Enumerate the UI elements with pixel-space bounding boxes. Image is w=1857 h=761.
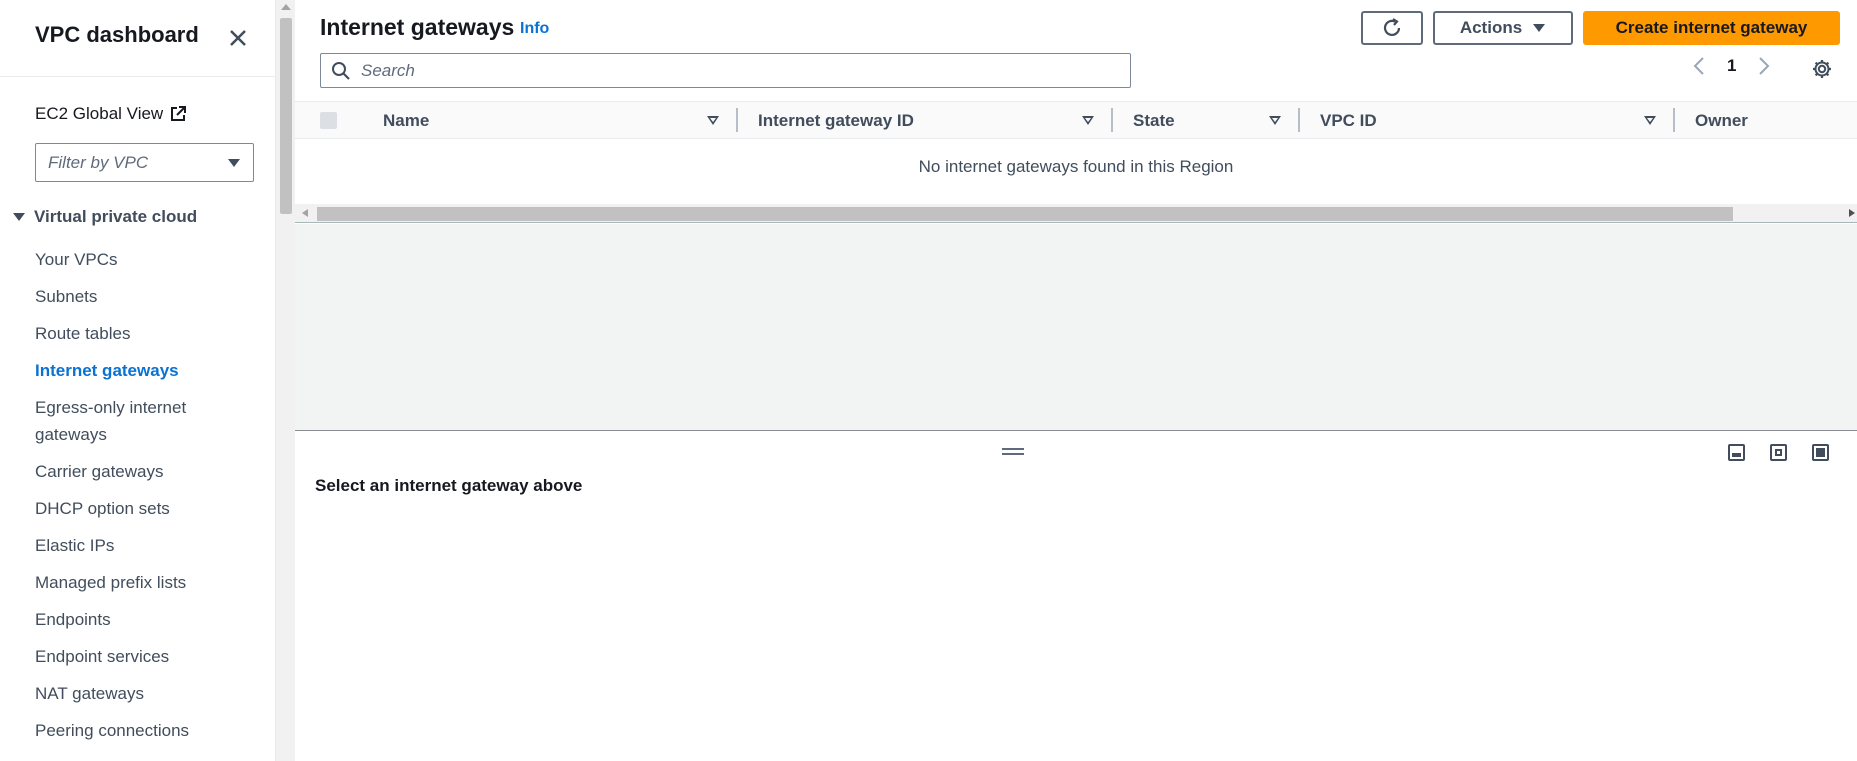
search-icon (332, 61, 350, 80)
sort-icon[interactable] (1644, 116, 1656, 125)
page-number[interactable]: 1 (1727, 56, 1736, 76)
sidebar-item-your-vpcs[interactable]: Your VPCs (35, 246, 235, 273)
panel-center-icon[interactable] (1770, 444, 1787, 461)
search-input[interactable]: Search (320, 53, 1131, 88)
sidebar-title: VPC dashboard (35, 22, 199, 47)
caret-down-icon (13, 213, 25, 221)
sidebar-item-peering-connections[interactable]: Peering connections (35, 717, 235, 744)
search-placeholder: Search (361, 60, 415, 80)
scroll-left-arrow-icon[interactable] (302, 209, 308, 217)
section-virtual-private-cloud[interactable]: Virtual private cloud (12, 207, 197, 227)
info-link[interactable]: Info (520, 20, 549, 38)
table-scrollbar-thumb[interactable] (317, 207, 1733, 221)
select-all-checkbox[interactable] (320, 112, 337, 129)
chevron-left-icon[interactable] (1693, 56, 1705, 76)
sidebar-nav: Your VPCs Subnets Route tables Internet … (35, 246, 235, 754)
column-header-vpc-id[interactable]: VPC ID (1320, 111, 1377, 131)
sort-icon[interactable] (1082, 116, 1094, 125)
chevron-right-icon[interactable] (1758, 56, 1770, 76)
create-internet-gateway-button[interactable]: Create internet gateway (1583, 11, 1840, 45)
panel-fullscreen-icon[interactable] (1812, 444, 1829, 461)
scroll-up-arrow-icon[interactable] (281, 4, 291, 10)
filter-by-vpc-placeholder: Filter by VPC (48, 152, 149, 172)
sort-icon[interactable] (1269, 116, 1281, 125)
gear-icon[interactable] (1811, 58, 1833, 80)
column-header-state[interactable]: State (1133, 111, 1175, 131)
split-panel-title: Select an internet gateway above (315, 476, 583, 495)
table-horizontal-scrollbar[interactable] (295, 204, 1857, 223)
sort-icon[interactable] (707, 116, 719, 125)
actions-button[interactable]: Actions (1433, 11, 1573, 45)
section-label: Virtual private cloud (34, 207, 198, 226)
sidebar: VPC dashboard EC2 Global View Filter by … (0, 0, 276, 761)
ec2-global-view-link[interactable]: EC2 Global View (35, 104, 187, 124)
pagination: 1 (1693, 56, 1770, 76)
caret-down-icon (228, 158, 240, 167)
sidebar-scrollbar[interactable] (276, 0, 295, 761)
ec2-global-view-label: EC2 Global View (35, 104, 164, 123)
empty-table-message: No internet gateways found in this Regio… (918, 157, 1234, 176)
sidebar-item-internet-gateways[interactable]: Internet gateways (35, 357, 235, 384)
table-empty-area (295, 224, 1857, 431)
scroll-right-arrow-icon[interactable] (1849, 209, 1855, 217)
sidebar-item-endpoints[interactable]: Endpoints (35, 606, 235, 633)
sidebar-item-route-tables[interactable]: Route tables (35, 320, 235, 347)
caret-down-icon (1533, 24, 1546, 32)
split-panel: Select an internet gateway above (295, 432, 1857, 761)
table-header: Name Internet gateway ID State VPC ID Ow… (295, 101, 1857, 139)
sidebar-divider (0, 76, 275, 77)
close-icon[interactable] (224, 24, 252, 52)
sidebar-item-subnets[interactable]: Subnets (35, 283, 235, 310)
filter-by-vpc-select[interactable]: Filter by VPC (35, 143, 254, 182)
drag-handle-icon[interactable] (1002, 448, 1024, 455)
sidebar-item-dhcp-option-sets[interactable]: DHCP option sets (35, 495, 235, 522)
sidebar-item-carrier-gateways[interactable]: Carrier gateways (35, 458, 235, 485)
column-resizer[interactable] (1673, 108, 1675, 132)
sidebar-item-endpoint-services[interactable]: Endpoint services (35, 643, 235, 670)
column-resizer[interactable] (1298, 108, 1300, 132)
refresh-icon (1383, 18, 1401, 37)
column-resizer[interactable] (736, 108, 738, 132)
sidebar-item-managed-prefix-lists[interactable]: Managed prefix lists (35, 569, 235, 596)
sidebar-item-nat-gateways[interactable]: NAT gateways (35, 680, 235, 707)
refresh-button[interactable] (1361, 11, 1423, 45)
column-resizer[interactable] (1111, 108, 1113, 132)
sidebar-item-elastic-ips[interactable]: Elastic IPs (35, 532, 235, 559)
column-header-owner[interactable]: Owner (1695, 111, 1748, 131)
sidebar-item-egress-only-internet-gateways[interactable]: Egress-only internet gateways (35, 394, 235, 448)
external-link-icon (171, 106, 187, 121)
column-header-internet-gateway-id[interactable]: Internet gateway ID (758, 111, 914, 131)
panel-bottom-icon[interactable] (1728, 444, 1745, 461)
page-title: Internet gateways (320, 14, 515, 40)
sidebar-scrollbar-thumb[interactable] (280, 18, 292, 214)
column-header-name[interactable]: Name (383, 111, 429, 131)
actions-label: Actions (1459, 18, 1523, 37)
main-content: Internet gateways Info Actions Create in… (295, 0, 1857, 761)
